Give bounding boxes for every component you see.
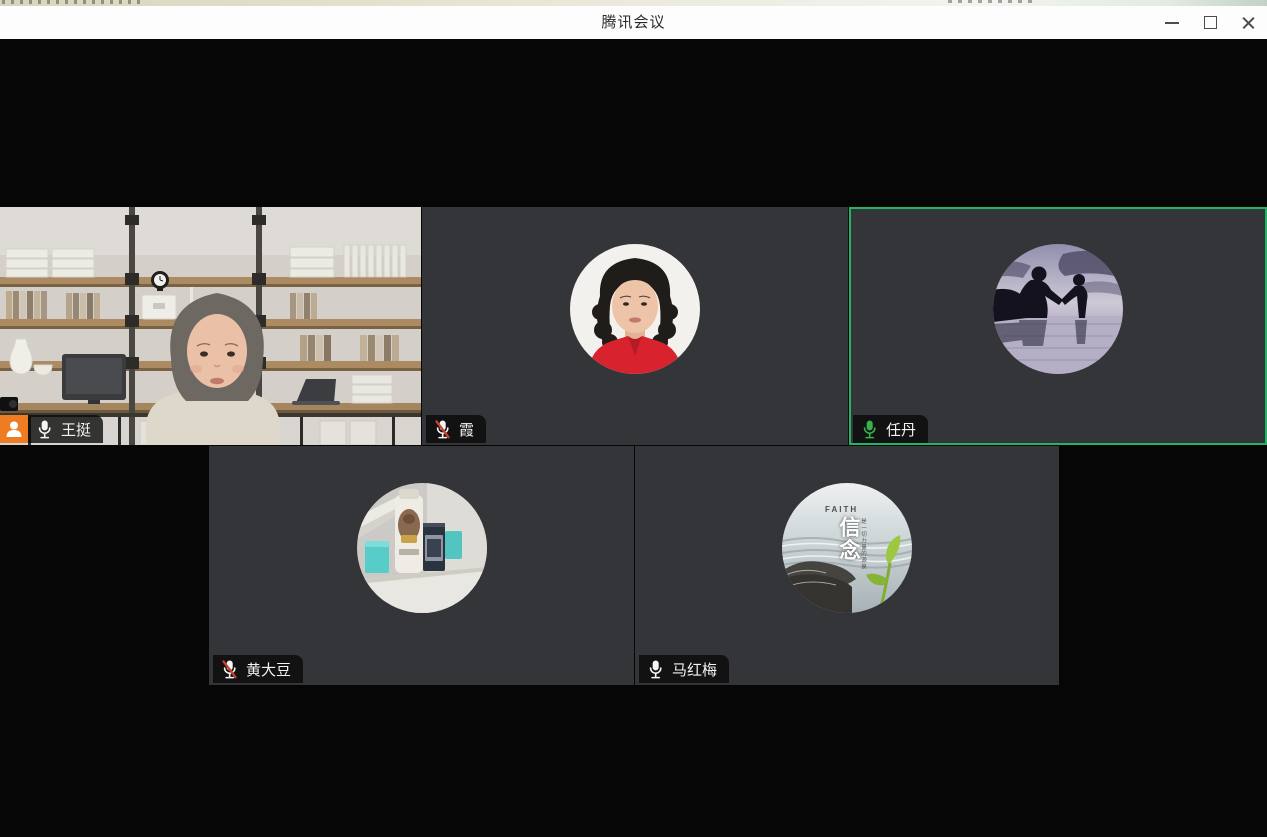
titlebar: 腾讯会议: [0, 6, 1267, 40]
participant-name: 霞: [459, 419, 474, 440]
participant-label: 黄大豆: [213, 655, 303, 683]
participant-avatar: [993, 244, 1123, 374]
video-grid: 王挺: [0, 39, 1267, 837]
participant-tile-xia[interactable]: 霞: [422, 207, 848, 445]
participant-avatar: [570, 244, 700, 374]
minimize-button[interactable]: [1153, 6, 1191, 39]
mic-muted-icon: [221, 659, 238, 680]
participant-label: 霞: [426, 415, 486, 443]
participant-label: 王挺: [28, 415, 103, 443]
maximize-icon: [1204, 16, 1217, 29]
participant-tile-huangdadou[interactable]: 黄大豆: [209, 446, 634, 685]
participant-name: 任丹: [886, 419, 916, 440]
video-feed: [0, 207, 421, 445]
strip-text-artifact: [2, 0, 142, 4]
tencent-meeting-window: 腾讯会议: [0, 0, 1267, 837]
participant-label: 任丹: [853, 415, 928, 443]
participant-avatar: [357, 483, 487, 613]
mic-icon: [647, 659, 664, 680]
close-button[interactable]: [1229, 6, 1267, 39]
participant-tile-wangting[interactable]: 王挺: [0, 207, 421, 445]
member-role-badge: [0, 415, 28, 443]
participant-name: 王挺: [61, 419, 91, 440]
mic-muted-icon: [434, 419, 451, 440]
maximize-button[interactable]: [1191, 6, 1229, 39]
strip-text-artifact: [948, 0, 1034, 3]
participant-name: 马红梅: [672, 659, 717, 680]
avatar-text-slogan: 是一切力量的源泉: [859, 518, 867, 570]
participant-tile-mahongmei[interactable]: FAITH 信念 是一切力量的源泉 马红梅: [635, 446, 1059, 685]
participant-name: 黄大豆: [246, 659, 291, 680]
mic-icon: [36, 419, 53, 440]
mic-speaking-icon: [861, 419, 878, 440]
window-title: 腾讯会议: [0, 6, 1267, 39]
participant-tile-rendan[interactable]: 任丹: [849, 207, 1267, 445]
minimize-icon: [1165, 22, 1179, 24]
participant-label: 马红梅: [639, 655, 729, 683]
avatar-text-faith: FAITH: [825, 505, 858, 514]
